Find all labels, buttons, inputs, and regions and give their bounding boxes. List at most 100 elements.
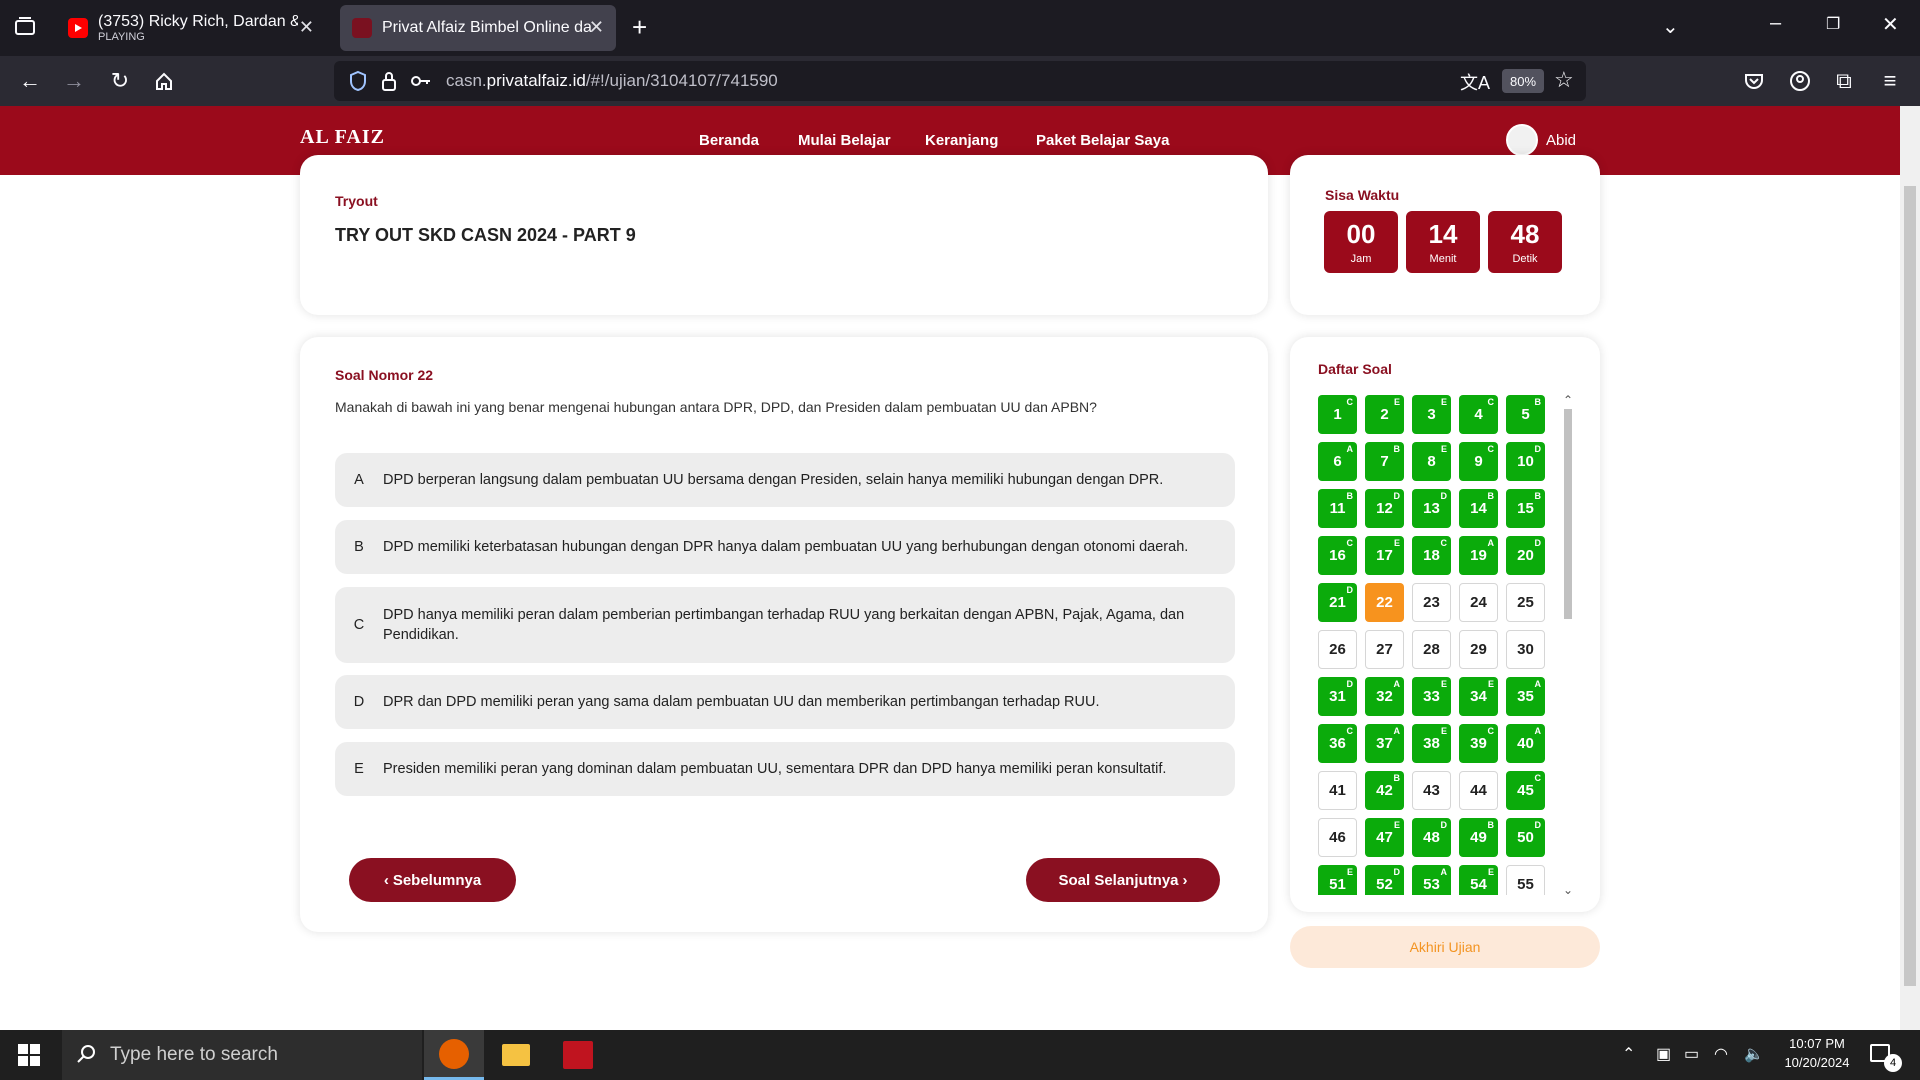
- url-bar[interactable]: casn.privatalfaiz.id/#!/ujian/3104107/74…: [334, 61, 1586, 101]
- question-cell[interactable]: 22: [1365, 583, 1404, 622]
- forward-icon[interactable]: →: [60, 67, 88, 95]
- volume-icon[interactable]: 🔈: [1744, 1044, 1764, 1064]
- zoom-level[interactable]: 80%: [1502, 69, 1544, 93]
- question-cell[interactable]: 5B: [1506, 395, 1545, 434]
- translate-icon[interactable]: 文A: [1460, 69, 1490, 95]
- question-cell[interactable]: 43: [1412, 771, 1451, 810]
- new-tab-icon[interactable]: +: [632, 12, 647, 43]
- tab-youtube[interactable]: (3753) Ricky Rich, Dardan & DJ PLAYING ✕: [56, 5, 326, 51]
- taskbar-firefox[interactable]: [424, 1030, 484, 1080]
- wifi-icon[interactable]: ◠: [1714, 1044, 1728, 1064]
- question-cell[interactable]: 54 E: [1459, 865, 1498, 895]
- back-icon[interactable]: ←: [16, 67, 44, 95]
- tray-chevron-up-icon[interactable]: ⌃: [1622, 1044, 1635, 1064]
- windows-start-icon[interactable]: [18, 1044, 40, 1071]
- tab-list-icon[interactable]: [14, 16, 36, 42]
- question-cell[interactable]: 30: [1506, 630, 1545, 669]
- user-avatar[interactable]: [1506, 124, 1538, 156]
- question-cell[interactable]: 25: [1506, 583, 1545, 622]
- question-cell[interactable]: 20 D: [1506, 536, 1545, 575]
- question-cell[interactable]: 21 D: [1318, 583, 1357, 622]
- option-d[interactable]: D DPR dan DPD memiliki peran yang sama d…: [335, 675, 1235, 729]
- scrollbar-thumb[interactable]: [1564, 409, 1572, 619]
- close-tab-icon[interactable]: ✕: [589, 17, 604, 38]
- question-cell[interactable]: 45 C: [1506, 771, 1545, 810]
- question-cell[interactable]: 42 B: [1365, 771, 1404, 810]
- question-cell[interactable]: 29: [1459, 630, 1498, 669]
- page-scrollbar-thumb[interactable]: [1904, 186, 1916, 986]
- question-cell[interactable]: 32 A: [1365, 677, 1404, 716]
- taskbar-search[interactable]: Type here to search: [62, 1030, 422, 1080]
- question-cell[interactable]: 11 B: [1318, 489, 1357, 528]
- question-cell[interactable]: 6A: [1318, 442, 1357, 481]
- option-e[interactable]: E Presiden memiliki peran yang dominan d…: [335, 742, 1235, 796]
- question-cell[interactable]: 40 A: [1506, 724, 1545, 763]
- close-tab-icon[interactable]: ✕: [299, 17, 314, 38]
- user-name[interactable]: Abid: [1546, 132, 1576, 149]
- scroll-down-icon[interactable]: ⌄: [1560, 883, 1576, 897]
- question-cell[interactable]: 26: [1318, 630, 1357, 669]
- question-grid-scrollbar[interactable]: ⌃ ⌄: [1560, 393, 1576, 897]
- next-button[interactable]: Soal Selanjutnya ›: [1026, 858, 1220, 902]
- question-cell[interactable]: 12 D: [1365, 489, 1404, 528]
- taskbar-file-explorer[interactable]: [486, 1030, 546, 1080]
- tab-privat-alfaiz[interactable]: Privat Alfaiz Bimbel Online dan ✕: [340, 5, 616, 51]
- question-cell[interactable]: 8E: [1412, 442, 1451, 481]
- pocket-icon[interactable]: [1740, 67, 1768, 95]
- question-cell[interactable]: 23: [1412, 583, 1451, 622]
- question-cell[interactable]: 9C: [1459, 442, 1498, 481]
- notification-center[interactable]: 4: [1868, 1042, 1908, 1072]
- question-cell[interactable]: 52 D: [1365, 865, 1404, 895]
- question-cell[interactable]: 44: [1459, 771, 1498, 810]
- end-exam-button[interactable]: Akhiri Ujian: [1290, 926, 1600, 968]
- option-a[interactable]: A DPD berperan langsung dalam pembuatan …: [335, 453, 1235, 507]
- previous-button[interactable]: ‹ Sebelumnya: [349, 858, 516, 902]
- reload-icon[interactable]: ↻: [106, 67, 134, 95]
- minimize-icon[interactable]: –: [1770, 12, 1781, 35]
- question-cell[interactable]: 47 E: [1365, 818, 1404, 857]
- question-cell[interactable]: 24: [1459, 583, 1498, 622]
- question-cell[interactable]: 15 B: [1506, 489, 1545, 528]
- lock-icon[interactable]: [380, 70, 398, 97]
- question-cell[interactable]: 19 A: [1459, 536, 1498, 575]
- question-cell[interactable]: 53 A: [1412, 865, 1451, 895]
- question-cell[interactable]: 33 E: [1412, 677, 1451, 716]
- close-window-icon[interactable]: ✕: [1882, 12, 1899, 37]
- question-cell[interactable]: 3E: [1412, 395, 1451, 434]
- key-icon[interactable]: [410, 71, 432, 96]
- shield-icon[interactable]: [348, 70, 368, 97]
- site-logo[interactable]: AL FAIZ: [300, 126, 385, 149]
- menu-icon[interactable]: ≡: [1876, 67, 1904, 95]
- question-cell[interactable]: 41: [1318, 771, 1357, 810]
- account-icon[interactable]: [1786, 67, 1814, 95]
- question-cell[interactable]: 50 D: [1506, 818, 1545, 857]
- menu-beranda[interactable]: Beranda: [699, 132, 759, 149]
- menu-paket-belajar-saya[interactable]: Paket Belajar Saya: [1036, 132, 1169, 149]
- question-cell[interactable]: 17 E: [1365, 536, 1404, 575]
- chevron-down-icon[interactable]: ⌄: [1662, 14, 1679, 39]
- meet-icon[interactable]: ▣: [1656, 1044, 1671, 1064]
- question-cell[interactable]: 55: [1506, 865, 1545, 895]
- clock[interactable]: 10:07 PM 10/20/2024: [1772, 1036, 1862, 1070]
- question-cell[interactable]: 39 C: [1459, 724, 1498, 763]
- battery-icon[interactable]: ▭: [1684, 1044, 1699, 1064]
- question-cell[interactable]: 48 D: [1412, 818, 1451, 857]
- bookmark-star-icon[interactable]: ☆: [1554, 67, 1574, 93]
- option-c[interactable]: C DPD hanya memiliki peran dalam pemberi…: [335, 587, 1235, 663]
- scroll-up-icon[interactable]: ⌃: [1560, 393, 1576, 407]
- question-cell[interactable]: 1C: [1318, 395, 1357, 434]
- question-cell[interactable]: 27: [1365, 630, 1404, 669]
- question-cell[interactable]: 14 B: [1459, 489, 1498, 528]
- restore-icon[interactable]: ❐: [1826, 14, 1840, 34]
- question-cell[interactable]: 31 D: [1318, 677, 1357, 716]
- taskbar-app[interactable]: [548, 1030, 608, 1080]
- question-cell[interactable]: 49 B: [1459, 818, 1498, 857]
- question-cell[interactable]: 10 D: [1506, 442, 1545, 481]
- option-b[interactable]: B DPD memiliki keterbatasan hubungan den…: [335, 520, 1235, 574]
- question-cell[interactable]: 34 E: [1459, 677, 1498, 716]
- extensions-icon[interactable]: ⧉: [1830, 67, 1858, 95]
- question-cell[interactable]: 18 C: [1412, 536, 1451, 575]
- question-cell[interactable]: 38 E: [1412, 724, 1451, 763]
- question-cell[interactable]: 46: [1318, 818, 1357, 857]
- home-icon[interactable]: [150, 67, 178, 95]
